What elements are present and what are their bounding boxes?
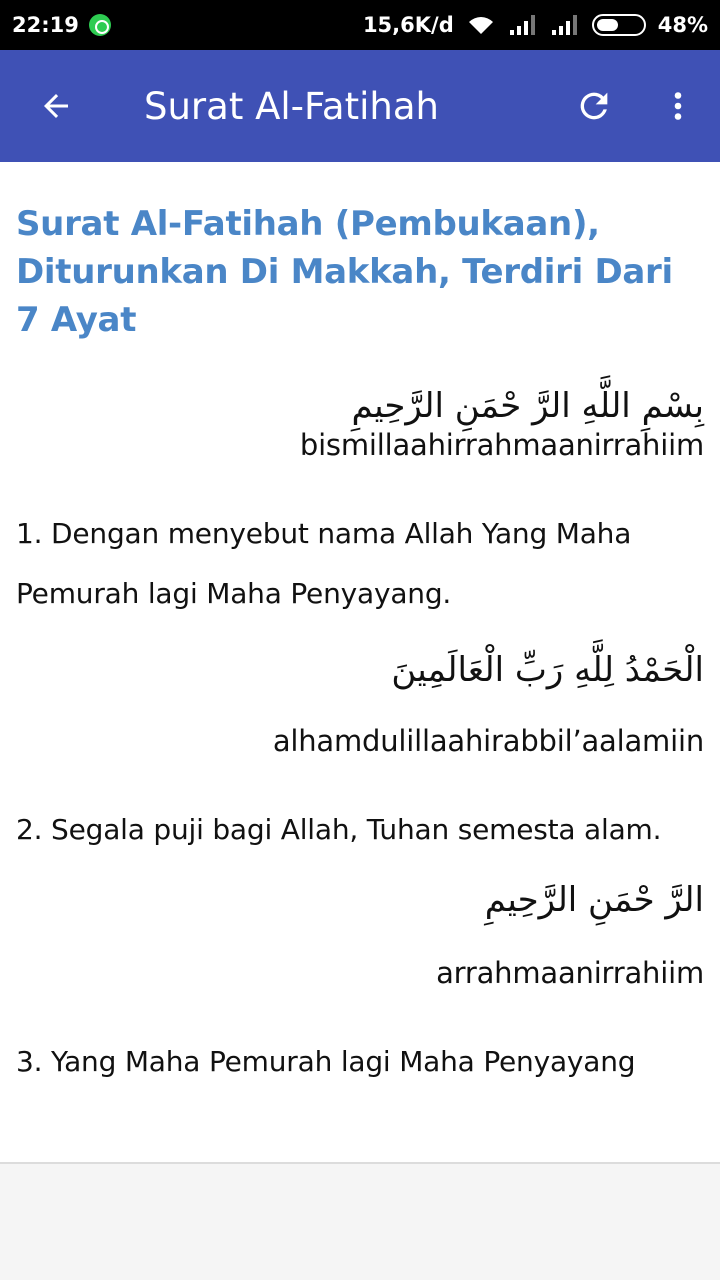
- verse-meaning: 3. Yang Maha Pemurah lagi Maha Penyayang: [16, 1045, 636, 1078]
- more-vert-icon: [674, 92, 682, 120]
- surah-content: Surat Al-Fatihah (Pembukaan), Diturunkan…: [0, 162, 720, 1164]
- verse-arabic: الْحَمْدُ لِلَّهِ رَبِّ الْعَالَمِينَ: [391, 650, 704, 690]
- battery-fill: [596, 19, 618, 31]
- surah-heading: Surat Al-Fatihah (Pembukaan), Diturunkan…: [16, 204, 673, 340]
- whatsapp-icon: [88, 14, 111, 36]
- network-speed: 15,6K/d: [362, 13, 454, 37]
- app-title: Surat Al-Fatihah: [144, 84, 439, 128]
- verse-arabic: بِسْمِ اللَّهِ الرَّ حْمَنِ الرَّحِيمِ: [351, 386, 704, 426]
- status-time: 22:19: [12, 13, 79, 37]
- more-options-button[interactable]: [636, 50, 720, 162]
- status-bar-right: 15,6K/d 48%: [351, 13, 708, 37]
- back-button[interactable]: [0, 50, 112, 162]
- signal-icon: [509, 15, 535, 35]
- refresh-icon: [580, 92, 608, 120]
- status-bar-left: 22:19: [12, 13, 121, 37]
- wifi-icon: [468, 17, 493, 34]
- verse-latin: bismillaahirrahmaanirrahiim: [299, 428, 704, 462]
- verse-meaning: 2. Segala puji bagi Allah, Tuhan semesta…: [16, 813, 662, 846]
- app-bar: Surat Al-Fatihah: [0, 50, 720, 162]
- verse-arabic: الرَّ حْمَنِ الرَّحِيمِ: [484, 880, 704, 920]
- refresh-button[interactable]: [552, 50, 636, 162]
- verse-meaning: 1. Dengan menyebut nama Allah Yang Maha …: [16, 517, 632, 610]
- arrow-back-icon: [44, 94, 68, 118]
- battery-icon: [591, 14, 646, 36]
- status-bar: 22:19 15,6K/d 48%: [0, 0, 720, 50]
- verse-latin: alhamdulillaahirabbil’aalamiin: [272, 724, 704, 758]
- signal-icon: [551, 15, 577, 35]
- battery-percent: 48%: [657, 13, 708, 37]
- verse-latin: arrahmaanirrahiim: [436, 956, 704, 990]
